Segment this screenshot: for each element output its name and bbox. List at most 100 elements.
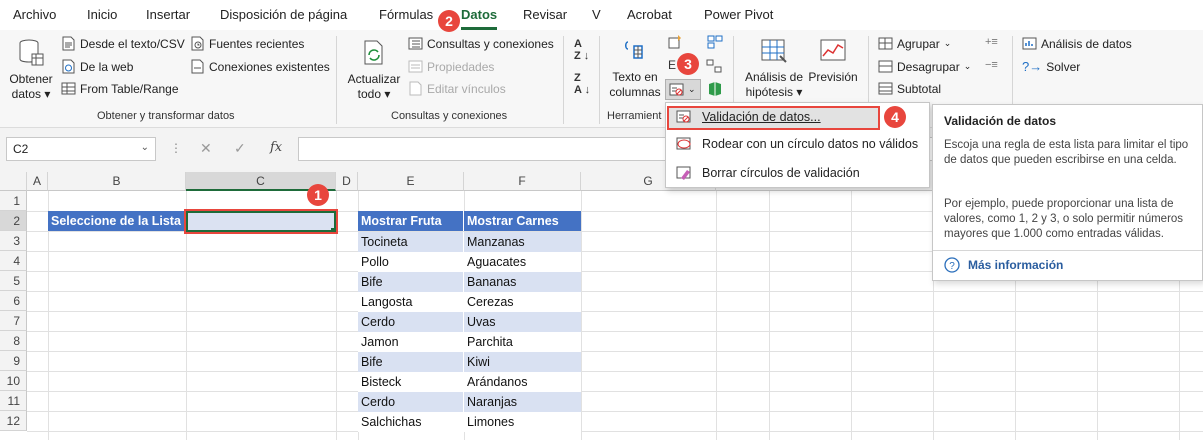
gridline <box>27 391 1203 392</box>
what-if-button[interactable]: Análisis de hipótesis ▾ <box>742 38 806 100</box>
tab-inicio[interactable]: Inicio <box>87 7 117 22</box>
get-data-button[interactable]: Obtener datos ▾ <box>6 38 56 102</box>
table-cell-e12[interactable]: Salchichas <box>358 412 464 432</box>
row-header[interactable]: 9 <box>0 351 27 371</box>
chevron-down-icon: ⌄ <box>688 84 696 94</box>
queries-connections-button[interactable]: Consultas y conexiones <box>408 36 554 51</box>
more-info-link[interactable]: ? Más información <box>944 257 1063 273</box>
table-cell-e4[interactable]: Pollo <box>358 252 464 272</box>
forecast-icon <box>820 39 846 61</box>
edit-links-button[interactable]: Editar vínculos <box>408 81 506 96</box>
data-validation-split-button[interactable]: ⌄ <box>665 79 701 100</box>
table-cell-e3[interactable]: Tocineta <box>358 232 464 252</box>
table-cell-f12[interactable]: Limones <box>464 412 581 432</box>
subtotal-button[interactable]: Subtotal <box>878 81 941 96</box>
relationships-icon[interactable] <box>706 59 722 73</box>
row-header[interactable]: 12 <box>0 411 27 431</box>
properties-icon <box>408 60 423 73</box>
flash-fill-icon[interactable] <box>668 34 684 50</box>
row-header[interactable]: 3 <box>0 231 27 251</box>
row-header[interactable]: 10 <box>0 371 27 391</box>
table-cell-f4[interactable]: Aguacates <box>464 252 581 272</box>
tab-disposicion[interactable]: Disposición de página <box>220 7 347 22</box>
row-header[interactable]: 2 <box>0 211 27 231</box>
show-detail-icon[interactable]: +≡ <box>985 36 998 48</box>
ungroup-button[interactable]: Desagrupar ⌄ <box>878 59 971 74</box>
name-box[interactable]: C2 ⌄ <box>6 137 156 161</box>
table-cell-e9[interactable]: Bife <box>358 352 464 372</box>
table-cell-f5[interactable]: Bananas <box>464 272 581 292</box>
gridline <box>27 431 1203 432</box>
row-header[interactable]: 6 <box>0 291 27 311</box>
enter-icon[interactable]: ✓ <box>234 140 246 157</box>
highlight-box <box>184 209 338 234</box>
column-header-e[interactable]: E <box>358 172 464 191</box>
column-header-a[interactable]: A <box>27 172 48 191</box>
table-cell-e11[interactable]: Cerdo <box>358 392 464 412</box>
column-header-f[interactable]: F <box>464 172 581 191</box>
row-header[interactable]: 1 <box>0 191 27 211</box>
menu-item-data-validation[interactable]: Validación de datos... <box>676 110 821 124</box>
table-cell-e8[interactable]: Jamon <box>358 332 464 352</box>
text-file-icon <box>62 36 75 51</box>
group-button[interactable]: Agrupar ⌄ <box>878 36 951 51</box>
column-header-d[interactable]: D <box>336 172 358 191</box>
table-cell-e7[interactable]: Cerdo <box>358 312 464 332</box>
table-cell-f8[interactable]: Parchita <box>464 332 581 352</box>
tab-archivo[interactable]: Archivo <box>13 7 56 22</box>
insert-function-icon[interactable]: fx <box>270 140 282 155</box>
row-header[interactable]: 8 <box>0 331 27 351</box>
row-header[interactable]: 11 <box>0 391 27 411</box>
tab-formulas[interactable]: Fórmulas <box>379 7 433 22</box>
queries-icon <box>408 37 423 50</box>
tab-insertar[interactable]: Insertar <box>146 7 190 22</box>
hide-detail-icon[interactable]: −≡ <box>985 59 998 71</box>
connections-icon <box>191 59 204 74</box>
sort-az-icon[interactable]: AZ ↓ <box>574 38 589 62</box>
from-text-csv-button[interactable]: Desde el texto/CSV <box>61 36 185 51</box>
existing-connections-button[interactable]: Conexiones existentes <box>190 59 330 74</box>
remove-duplicates-icon[interactable] <box>707 34 723 50</box>
ribbon-separator <box>599 36 600 124</box>
table-cell-e10[interactable]: Bisteck <box>358 372 464 392</box>
consolidate-icon[interactable]: E <box>668 58 676 72</box>
row-header[interactable]: 7 <box>0 311 27 331</box>
menu-item-circle-invalid[interactable]: Rodear con un círculo datos no válidos <box>676 137 918 151</box>
sort-za-icon[interactable]: ZA ↓ <box>574 72 590 96</box>
data-analysis-button[interactable]: Análisis de datos <box>1022 36 1132 51</box>
cancel-icon[interactable]: ✕ <box>200 140 212 157</box>
recent-sources-icon <box>191 36 204 51</box>
table-cell-f10[interactable]: Arándanos <box>464 372 581 392</box>
select-all-corner[interactable] <box>0 172 27 191</box>
properties-button[interactable]: Propiedades <box>408 59 494 74</box>
text-to-columns-button[interactable]: Texto en columnas <box>607 38 663 100</box>
tooltip: Validación de datos Escoja una regla de … <box>932 104 1203 281</box>
forecast-button[interactable]: Previsión <box>806 38 860 85</box>
from-table-button[interactable]: From Table/Range <box>61 81 179 96</box>
tab-power-pivot[interactable]: Power Pivot <box>704 7 773 22</box>
column-header-b[interactable]: B <box>48 172 186 191</box>
recent-sources-button[interactable]: Fuentes recientes <box>190 36 304 51</box>
from-web-button[interactable]: De la web <box>61 59 133 74</box>
tab-datos[interactable]: Datos <box>461 7 497 22</box>
table-cell-f11[interactable]: Naranjas <box>464 392 581 412</box>
table-cell-f7[interactable]: Uvas <box>464 312 581 332</box>
gridline <box>27 411 1203 412</box>
svg-text:?: ? <box>949 261 955 272</box>
row-header[interactable]: 5 <box>0 271 27 291</box>
step-badge-4: 4 <box>884 106 906 128</box>
table-cell-e6[interactable]: Langosta <box>358 292 464 312</box>
table-cell-e5[interactable]: Bife <box>358 272 464 292</box>
gridline <box>27 351 1203 352</box>
refresh-all-button[interactable]: Actualizar todo ▾ <box>346 38 402 102</box>
table-cell-f3[interactable]: Manzanas <box>464 232 581 252</box>
table-cell-f6[interactable]: Cerezas <box>464 292 581 312</box>
tab-revisar[interactable]: Revisar <box>523 7 567 22</box>
table-cell-f9[interactable]: Kiwi <box>464 352 581 372</box>
tab-acrobat[interactable]: Acrobat <box>627 7 672 22</box>
row-header[interactable]: 4 <box>0 251 27 271</box>
data-model-icon[interactable] <box>706 80 724 98</box>
menu-item-clear-circles[interactable]: Borrar círculos de validación <box>676 166 860 180</box>
tab-vista[interactable]: V <box>592 7 601 22</box>
solver-button[interactable]: ?→ Solver <box>1022 59 1080 74</box>
